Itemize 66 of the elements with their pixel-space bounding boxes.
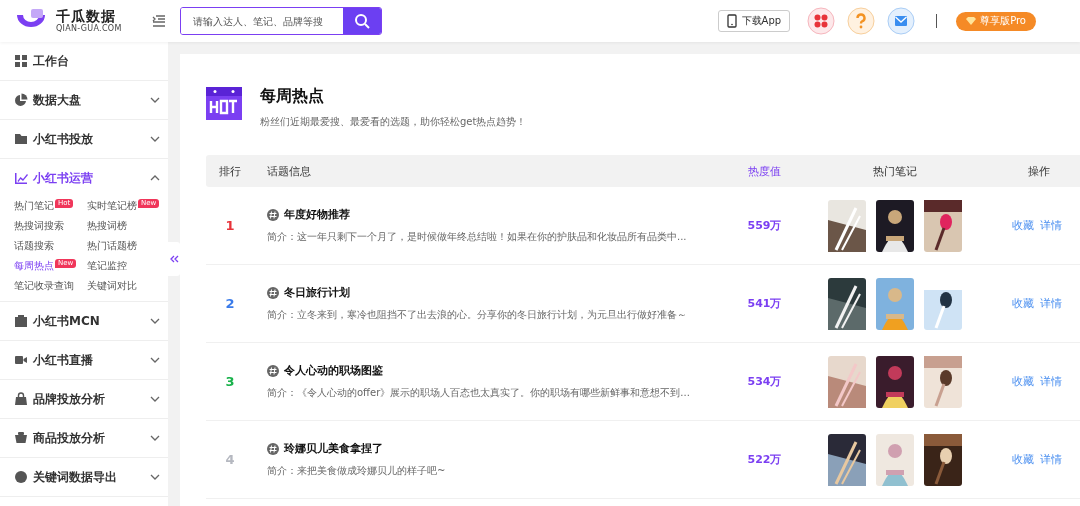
sidebar-item[interactable]: 品牌投放分析	[0, 380, 168, 418]
sidebar-item[interactable]: 小红书投放	[0, 120, 168, 158]
column-header: 热门笔记	[871, 163, 918, 179]
pie-icon	[14, 93, 28, 107]
download-app-button[interactable]: 下载App	[717, 10, 791, 32]
action-link[interactable]: 详情	[1040, 296, 1062, 311]
folder-icon	[14, 132, 28, 146]
rank-number: 1	[224, 218, 236, 233]
diamond-icon	[966, 17, 977, 25]
column-header: 话题信息	[266, 163, 312, 179]
topic-summary: 简介：这一年只剩下一个月了，是时候做年终总结啦！如果在你的护肤品和化妆品所有品类中...	[267, 230, 688, 244]
submenu-item[interactable]: 关键词对比	[87, 275, 137, 293]
double-chevron-icon	[169, 255, 179, 263]
topic-summary: 简介：来把美食做成玲娜贝儿的样子吧~	[267, 464, 447, 478]
phone-icon	[726, 14, 737, 28]
column-header: 排行	[218, 163, 242, 179]
hashtag-icon	[267, 208, 279, 221]
hashtag-icon	[267, 286, 279, 299]
topic-title[interactable]: 令人心动的职场图鉴	[284, 363, 383, 378]
search-icon	[354, 13, 370, 29]
grid-icon	[14, 54, 28, 68]
topic-title[interactable]: 年度好物推荐	[284, 207, 350, 222]
menu-icon[interactable]	[152, 15, 166, 27]
topic-summary: 简介：立冬来到，寒冷也阻挡不了出去浪的心。分享你的冬日旅行计划，为元旦出行做好准备～	[267, 308, 688, 322]
submenu-item[interactable]: 热搜词榜	[87, 215, 127, 233]
topic-title[interactable]: 冬日旅行计划	[284, 285, 350, 300]
sidebar-item[interactable]: 工作台	[0, 42, 168, 80]
topic-summary: 简介：《令人心动的offer》展示的职场人百态也太真实了。你的职场有哪些新鲜事和意想不到...	[267, 386, 691, 400]
column-header: 热度值	[747, 163, 782, 179]
topic-title[interactable]: 玲娜贝儿美食拿捏了	[284, 441, 383, 456]
sidebar-item[interactable]: 数据大盘	[0, 81, 168, 119]
submenu-item[interactable]: 话题搜索	[14, 235, 54, 253]
mail-icon[interactable]	[887, 7, 916, 35]
heat-value: 522万	[746, 452, 783, 467]
hot-calendar-icon	[206, 84, 242, 120]
action-link[interactable]: 详情	[1040, 452, 1062, 467]
logo-title: 千瓜数据	[56, 9, 117, 23]
bag-icon	[14, 392, 28, 406]
hashtag-icon	[267, 442, 279, 455]
rank-number: 3	[224, 374, 236, 389]
video-icon	[14, 353, 28, 367]
column-header: 操作	[1027, 163, 1051, 179]
submenu-item[interactable]: 热搜词搜索	[14, 215, 64, 233]
chart-icon	[14, 171, 28, 185]
page-title: 每周热点	[260, 86, 325, 107]
action-link[interactable]: 详情	[1040, 218, 1062, 233]
rank-number: 4	[224, 452, 236, 467]
search-field[interactable]: 请输入达人、笔记、品牌等搜	[180, 7, 382, 35]
hashtag-icon	[267, 364, 279, 377]
rank-number: 2	[224, 296, 236, 311]
sidebar-item[interactable]: 小红书运营	[0, 159, 168, 197]
logo-subtitle: QIAN-GUA.COM	[56, 25, 122, 33]
search-button[interactable]	[343, 8, 381, 34]
submenu-item[interactable]: 笔记监控	[87, 255, 127, 273]
submenu-item[interactable]: 笔记收录查询	[14, 275, 74, 293]
sidebar-item[interactable]: 小红书直播	[0, 341, 168, 379]
submenu-item[interactable]: 热门话题榜	[87, 235, 137, 253]
heat-value: 534万	[746, 374, 783, 389]
page-subtitle: 粉丝们近期最爱搜、最爱看的选题，助你轻松get热点趋势！	[260, 115, 527, 129]
heat-value: 559万	[746, 218, 783, 233]
sidebar-item[interactable]: 关键词数据导出	[0, 458, 168, 496]
apps-icon[interactable]	[807, 7, 836, 35]
action-link[interactable]: 详情	[1040, 374, 1062, 389]
heat-value: 541万	[746, 296, 783, 311]
sidebar-item[interactable]: 商品投放分析	[0, 419, 168, 457]
sidebar-item[interactable]: 小红书MCN	[0, 302, 168, 340]
